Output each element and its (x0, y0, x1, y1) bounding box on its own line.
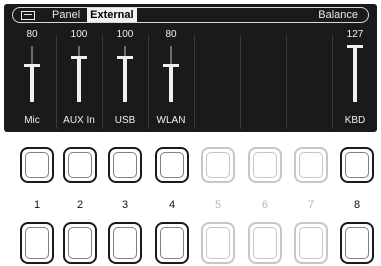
lower-button-6 (248, 222, 282, 264)
channel-number: 8 (353, 199, 361, 211)
lower-button-2[interactable] (63, 222, 97, 264)
tab-panel[interactable]: Panel (49, 8, 83, 22)
channel-value: 100 (116, 29, 134, 40)
fader-stem (123, 57, 127, 102)
channel-number: 6 (261, 199, 269, 211)
channel-number: 7 (307, 199, 315, 211)
lower-button-5 (201, 222, 235, 264)
channel-name: Mic (24, 115, 40, 126)
fader-knob[interactable] (117, 56, 133, 60)
channel-value: 80 (26, 29, 38, 40)
balance-label[interactable]: Balance (318, 8, 358, 22)
lower-button-7 (294, 222, 328, 264)
fader-stem (169, 65, 173, 102)
fader-knob[interactable] (163, 64, 179, 68)
channel-1[interactable]: 80 Mic (10, 29, 54, 129)
channel-button-2[interactable] (63, 147, 97, 183)
channel-value: 127 (346, 29, 364, 40)
channel-name: WLAN (156, 115, 186, 126)
channel-4[interactable]: 80 WLAN (149, 29, 193, 129)
channel-name: AUX In (63, 115, 95, 126)
channel-button-8[interactable] (340, 147, 374, 183)
channel-value: 100 (70, 29, 88, 40)
fader-stem (353, 46, 357, 102)
channel-number: 1 (33, 199, 41, 211)
channel-5 (195, 29, 239, 129)
fader-knob[interactable] (24, 64, 40, 68)
tab-group: Panel External (21, 8, 137, 22)
lower-button-4[interactable] (155, 222, 189, 264)
channel-button-5 (201, 147, 235, 183)
channel-name: USB (114, 115, 136, 126)
channel-number: 4 (168, 199, 176, 211)
channel-number: 5 (214, 199, 222, 211)
channel-6 (241, 29, 285, 129)
channel-3[interactable]: 100 USB (103, 29, 147, 129)
channel-button-4[interactable] (155, 147, 189, 183)
lower-button-1[interactable] (20, 222, 54, 264)
fader-stem (30, 65, 34, 102)
channel-strip: 80 Mic 100 AUX In 100 USB 80 WLAN 127 KB… (10, 29, 372, 129)
lower-button-8[interactable] (340, 222, 374, 264)
channel-button-1[interactable] (20, 147, 54, 183)
channel-button-7 (294, 147, 328, 183)
display-icon[interactable] (21, 10, 35, 20)
tab-external[interactable]: External (87, 8, 137, 22)
channel-value: 80 (165, 29, 177, 40)
fader-stem (77, 57, 81, 102)
fader-knob[interactable] (347, 45, 363, 48)
fader-knob[interactable] (71, 56, 87, 60)
channel-8[interactable]: 127 KBD (333, 29, 377, 129)
channel-button-3[interactable] (108, 147, 142, 183)
channel-name: KBD (344, 115, 366, 126)
channel-7 (287, 29, 331, 129)
top-bar: Panel External Balance (12, 7, 369, 23)
channel-number: 3 (121, 199, 129, 211)
display-screen: Panel External Balance 80 Mic 100 AUX In… (4, 4, 377, 132)
lower-button-3[interactable] (108, 222, 142, 264)
channel-2[interactable]: 100 AUX In (57, 29, 101, 129)
channel-button-6 (248, 147, 282, 183)
channel-number: 2 (76, 199, 84, 211)
